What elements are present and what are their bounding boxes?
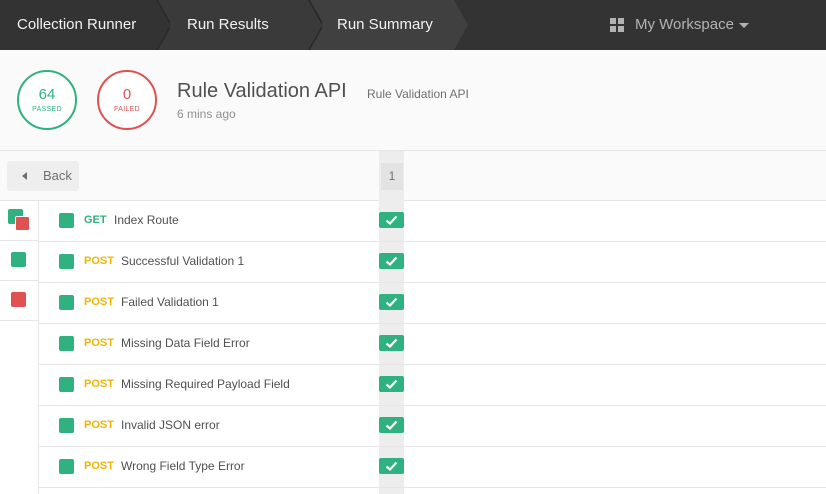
request-method: POST (84, 378, 114, 390)
workspace-label: My Workspace (635, 16, 734, 33)
failed-count-badge: 0 FAILED (97, 70, 157, 130)
filter-all[interactable] (0, 201, 39, 241)
request-list: GET Index Route POST Successful Validati… (39, 201, 826, 488)
request-name: Index Route (114, 213, 179, 227)
request-row[interactable]: POST Missing Data Field Error (39, 324, 826, 365)
breadcrumb-label: Collection Runner (17, 16, 137, 33)
passed-square-icon (59, 418, 74, 433)
back-arrow-icon (22, 172, 27, 180)
request-row[interactable]: POST Missing Required Payload Field (39, 365, 826, 406)
passed-square-icon (59, 213, 74, 228)
back-button[interactable]: Back (7, 161, 79, 191)
iteration-result-cell[interactable] (379, 324, 404, 364)
passed-square-icon (59, 459, 74, 474)
passed-square-icon (59, 377, 74, 392)
breadcrumb-label: Run Results (187, 16, 269, 33)
iteration-result-cell[interactable] (379, 201, 404, 241)
collection-name: Rule Validation API (367, 87, 469, 101)
breadcrumb-run-results[interactable]: Run Results (156, 0, 322, 50)
run-summary-header: 64 PASSED 0 FAILED Rule Validation API R… (0, 50, 826, 151)
result-badge (379, 212, 404, 228)
back-label: Back (43, 168, 72, 183)
result-badge (379, 294, 404, 310)
iteration-result-cell[interactable] (379, 406, 404, 446)
iteration-header[interactable]: 1 (381, 163, 403, 190)
checkmark-icon (385, 256, 398, 267)
result-badge (379, 253, 404, 269)
request-name: Missing Data Field Error (121, 336, 250, 350)
checkmark-icon (385, 379, 398, 390)
filter-passed[interactable] (0, 241, 39, 281)
request-method: POST (84, 337, 114, 349)
result-badge (379, 458, 404, 474)
request-name: Missing Required Payload Field (121, 377, 290, 391)
run-title: Rule Validation API (177, 80, 347, 102)
passed-square-icon (11, 252, 26, 267)
run-timestamp: 6 mins ago (177, 107, 236, 121)
failed-square-icon (15, 216, 30, 231)
passed-square-icon (59, 295, 74, 310)
checkmark-icon (385, 215, 398, 226)
results-toolbar: Back (0, 151, 826, 201)
request-method: POST (84, 296, 114, 308)
request-row[interactable]: POST Failed Validation 1 (39, 283, 826, 324)
iteration-result-cell[interactable] (379, 365, 404, 405)
request-row[interactable]: POST Wrong Field Type Error (39, 447, 826, 488)
passed-square-icon (59, 336, 74, 351)
iteration-result-cell[interactable] (379, 447, 404, 487)
passed-count-badge: 64 PASSED (17, 70, 77, 130)
breadcrumb-collection-runner[interactable]: Collection Runner (0, 0, 170, 50)
result-badge (379, 335, 404, 351)
request-method: POST (84, 255, 114, 267)
request-method: POST (84, 419, 114, 431)
chevron-down-icon (739, 23, 749, 28)
failed-caption: FAILED (114, 106, 140, 113)
request-row[interactable]: GET Index Route (39, 201, 826, 242)
result-badge (379, 417, 404, 433)
passed-count: 64 (38, 86, 56, 103)
failed-square-icon (11, 292, 26, 307)
breadcrumb-run-summary[interactable]: Run Summary (308, 0, 468, 50)
failed-count: 0 (122, 86, 132, 103)
breadcrumb-label: Run Summary (337, 16, 433, 33)
request-row[interactable]: POST Invalid JSON error (39, 406, 826, 447)
passed-caption: PASSED (32, 106, 62, 113)
checkmark-icon (385, 338, 398, 349)
request-name: Wrong Field Type Error (121, 459, 245, 473)
iteration-result-cell[interactable] (379, 242, 404, 282)
checkmark-icon (385, 420, 398, 431)
request-name: Invalid JSON error (121, 418, 220, 432)
result-badge (379, 376, 404, 392)
request-method: POST (84, 460, 114, 472)
checkmark-icon (385, 461, 398, 472)
status-filter-column (0, 201, 39, 321)
filter-failed[interactable] (0, 281, 39, 321)
request-row[interactable]: POST Successful Validation 1 (39, 242, 826, 283)
request-name: Failed Validation 1 (121, 295, 219, 309)
checkmark-icon (385, 297, 398, 308)
iteration-result-cell[interactable] (379, 283, 404, 323)
request-method: GET (84, 214, 107, 226)
request-name: Successful Validation 1 (121, 254, 245, 268)
top-navigation-bar: Run Summary Run Results Collection Runne… (0, 0, 826, 50)
passed-square-icon (59, 254, 74, 269)
grid-icon (610, 18, 624, 32)
